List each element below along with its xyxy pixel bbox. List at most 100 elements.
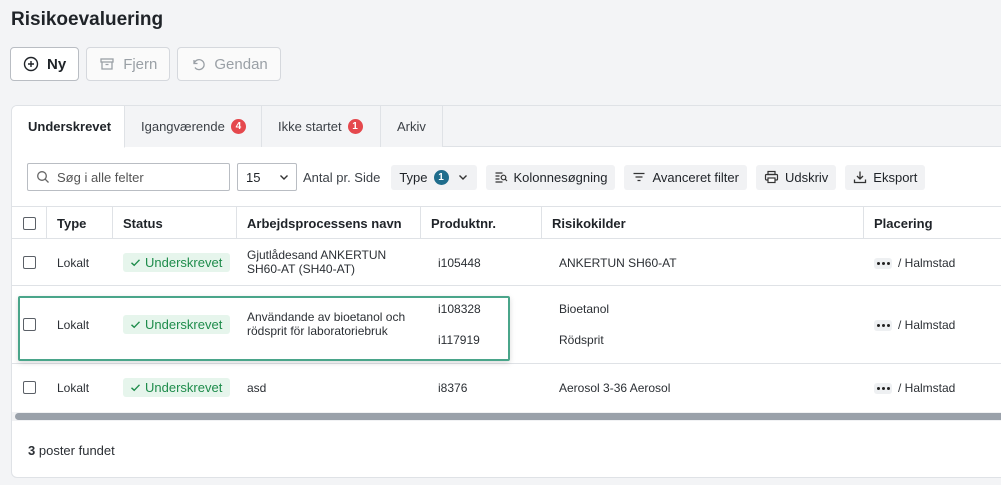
- chevron-down-icon: [280, 175, 288, 180]
- remove-button[interactable]: Fjern: [86, 47, 171, 81]
- search-input[interactable]: Søg i alle felter: [27, 163, 230, 191]
- page-size-select[interactable]: 15: [237, 163, 297, 191]
- select-all-checkbox[interactable]: [22, 216, 36, 230]
- type-filter-button[interactable]: Type 1: [391, 164, 477, 190]
- location-label: / Halmstad: [898, 256, 956, 270]
- column-header-location[interactable]: Placering: [864, 207, 1001, 239]
- horizontal-scrollbar[interactable]: [12, 412, 1001, 421]
- column-header-product-no[interactable]: Produktnr.: [421, 207, 542, 239]
- status-label: Underskrevet: [145, 317, 223, 332]
- risk-source-cell: Rödsprit: [559, 333, 604, 347]
- location-cell: / Halmstad: [874, 256, 955, 270]
- risk-source-cell: Aerosol 3-36 Aerosol: [559, 381, 671, 395]
- export-button[interactable]: Eksport: [845, 164, 926, 190]
- column-search-button[interactable]: Kolonnesøgning: [485, 164, 616, 190]
- check-icon: [131, 259, 141, 267]
- tab-arkiv[interactable]: Arkiv: [381, 106, 443, 147]
- more-options-icon[interactable]: [874, 257, 892, 269]
- tab-label: Igangværende: [141, 119, 225, 134]
- type-cell: Lokalt: [57, 318, 90, 332]
- risk-source-cell: Bioetanol: [559, 302, 610, 316]
- row-checkbox-cell: [23, 381, 36, 394]
- page-size-label: Antal pr. Side: [303, 169, 381, 185]
- tab-label: Underskrevet: [28, 119, 112, 134]
- location-label: / Halmstad: [898, 318, 956, 332]
- column-header-type[interactable]: Type: [47, 207, 113, 239]
- process-name-cell: asd: [247, 381, 267, 395]
- page-size-value: 15: [246, 169, 261, 185]
- type-filter-label: Type: [399, 169, 428, 185]
- row-checkbox[interactable]: [23, 256, 36, 269]
- tab-label: Arkiv: [397, 119, 426, 134]
- product-no-cell: i105448: [438, 256, 481, 270]
- column-header-process-name[interactable]: Arbejdsprocessens navn: [237, 207, 421, 239]
- row-checkbox-cell: [23, 256, 36, 269]
- tab-underskrevet[interactable]: Underskrevet: [12, 106, 125, 148]
- product-no-cell: i117919: [438, 333, 480, 347]
- download-icon: [854, 171, 867, 184]
- table-row[interactable]: Lokalt Underskrevet Användande av bioeta…: [12, 286, 1001, 364]
- column-header-status[interactable]: Status: [113, 207, 237, 239]
- status-cell: Underskrevet: [123, 315, 231, 334]
- tab-igangvaerende[interactable]: Igangværende 4: [125, 106, 262, 147]
- column-header-label: Placering: [874, 215, 933, 231]
- process-name-line: SH60-AT (SH40-AT): [247, 262, 356, 276]
- restore-button[interactable]: Gendan: [177, 47, 281, 81]
- check-icon: [131, 384, 141, 392]
- column-header-label: Type: [57, 215, 87, 231]
- results-count-text: poster fundet: [38, 443, 115, 458]
- status-badge: Underskrevet: [123, 378, 231, 397]
- chevron-down-icon: [458, 175, 467, 180]
- column-header-label: Risikokilder: [552, 215, 626, 231]
- count-badge: 1: [347, 119, 363, 134]
- process-name-line: rödsprit för laboratoriebruk: [247, 324, 388, 338]
- table-row[interactable]: Lokalt Underskrevet asd i8376 Aerosol 3-…: [12, 364, 1001, 411]
- page-title: Risikoevaluering: [11, 9, 164, 30]
- more-options-icon[interactable]: [874, 382, 892, 394]
- tab-bar: Underskrevet Igangværende 4 Ikke startet…: [12, 106, 1001, 148]
- tab-label: Ikke startet: [278, 119, 342, 134]
- scrollbar-thumb[interactable]: [15, 413, 1001, 420]
- search-placeholder: Søg i alle felter: [57, 169, 144, 185]
- advanced-filter-label: Avanceret filter: [652, 169, 739, 185]
- table-header: Type Status Arbejdsprocessens navn Produ…: [12, 206, 1001, 239]
- results-card: Underskrevet Igangværende 4 Ikke startet…: [11, 105, 1001, 478]
- column-header-label: Status: [123, 215, 163, 231]
- status-badge: Underskrevet: [123, 315, 231, 334]
- count-badge: 4: [230, 119, 246, 134]
- print-button[interactable]: Udskriv: [755, 164, 837, 190]
- tab-ikke-startet[interactable]: Ikke startet 1: [262, 106, 381, 147]
- column-search-label: Kolonnesøgning: [513, 169, 608, 185]
- status-cell: Underskrevet: [123, 253, 231, 272]
- printer-icon: [764, 170, 779, 184]
- location-label: / Halmstad: [898, 381, 956, 395]
- column-search-icon: [495, 172, 507, 183]
- column-header-risk-sources[interactable]: Risikokilder: [542, 207, 864, 239]
- new-button[interactable]: Ny: [10, 47, 80, 81]
- check-icon: [131, 321, 141, 329]
- filter-icon: [633, 172, 645, 182]
- undo-icon: [193, 59, 206, 71]
- status-label: Underskrevet: [145, 255, 223, 270]
- remove-button-label: Fjern: [123, 55, 158, 73]
- new-button-label: Ny: [47, 55, 67, 73]
- advanced-filter-button[interactable]: Avanceret filter: [624, 164, 747, 190]
- results-count-number: 3: [28, 443, 36, 458]
- product-no-cell: i8376: [438, 381, 468, 395]
- print-label: Udskriv: [784, 169, 829, 185]
- process-name-line: Gjutlådesand ANKERTUN: [247, 248, 387, 262]
- process-name-cell: Gjutlådesand ANKERTUN SH60-AT (SH40-AT): [247, 248, 386, 276]
- status-label: Underskrevet: [145, 380, 223, 395]
- table-row[interactable]: Lokalt Underskrevet Gjutlådesand ANKERTU…: [12, 239, 1001, 286]
- location-cell: / Halmstad: [874, 318, 955, 332]
- product-no-cell: i108328: [438, 302, 481, 316]
- more-options-icon[interactable]: [874, 319, 892, 331]
- status-cell: Underskrevet: [123, 378, 231, 397]
- restore-button-label: Gendan: [214, 55, 268, 73]
- row-checkbox[interactable]: [23, 381, 36, 394]
- type-cell: Lokalt: [57, 256, 90, 270]
- row-checkbox[interactable]: [23, 318, 36, 331]
- toolbar: Ny Fjern Gendan: [10, 47, 281, 81]
- results-count: 3 poster fundet: [28, 443, 115, 458]
- process-name-line: Användande av bioetanol och: [247, 310, 406, 324]
